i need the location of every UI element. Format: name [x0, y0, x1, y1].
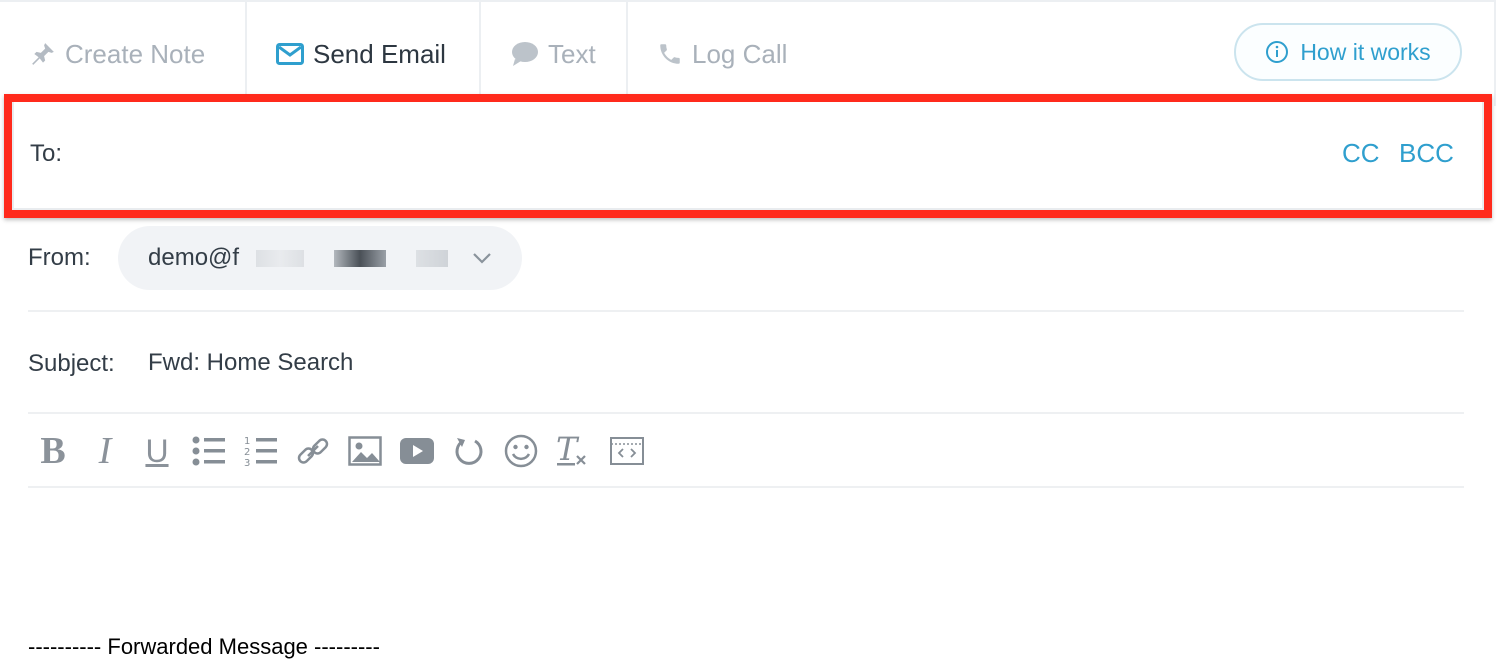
- divider: [28, 310, 1464, 312]
- chat-bubble-icon: [511, 41, 539, 67]
- tab-create-note[interactable]: Create Note: [30, 2, 205, 106]
- image-icon[interactable]: [342, 428, 388, 474]
- clear-format-icon[interactable]: T: [550, 428, 596, 474]
- tab-divider: [245, 2, 247, 94]
- tab-label: Log Call: [692, 38, 788, 69]
- link-icon[interactable]: [290, 428, 336, 474]
- message-body-editor[interactable]: [28, 492, 1464, 622]
- italic-icon[interactable]: I: [82, 428, 128, 474]
- tab-label: Send Email: [313, 38, 446, 69]
- subject-label: Subject:: [28, 350, 115, 377]
- pin-icon: [30, 41, 56, 67]
- underline-icon[interactable]: U: [134, 428, 180, 474]
- tab-divider: [479, 2, 481, 94]
- phone-icon: [657, 41, 683, 67]
- chevron-down-icon: [472, 250, 492, 271]
- divider: [28, 486, 1464, 488]
- emoji-icon[interactable]: [498, 428, 544, 474]
- from-dropdown[interactable]: demo@f: [118, 226, 522, 290]
- tab-divider: [626, 2, 628, 94]
- how-it-works-button[interactable]: How it works: [1234, 23, 1462, 81]
- video-icon[interactable]: [394, 428, 440, 474]
- divider: [28, 412, 1464, 414]
- tab-label: Text: [548, 38, 596, 69]
- tab-text[interactable]: Text: [511, 2, 596, 106]
- how-it-works-label: How it works: [1300, 38, 1431, 65]
- from-label: From:: [28, 244, 91, 271]
- envelope-icon: [276, 43, 304, 65]
- svg-text:2: 2: [244, 447, 250, 458]
- tab-label: Create Note: [65, 38, 206, 69]
- tab-send-email[interactable]: Send Email: [276, 2, 446, 106]
- svg-text:T: T: [556, 434, 580, 468]
- info-icon: [1265, 40, 1289, 64]
- source-code-icon[interactable]: [604, 428, 650, 474]
- highlight-box: [4, 94, 1492, 218]
- action-tab-bar: Create Note Send Email Text Log Call How…: [0, 0, 1496, 106]
- forwarded-message-line: ---------- Forwarded Message ---------: [28, 634, 380, 659]
- from-value: demo@f: [148, 244, 240, 271]
- svg-text:1: 1: [244, 436, 250, 447]
- bold-icon[interactable]: B: [30, 428, 76, 474]
- bulleted-list-icon[interactable]: [186, 428, 232, 474]
- numbered-list-icon[interactable]: 123: [238, 428, 284, 474]
- undo-icon[interactable]: [446, 428, 492, 474]
- svg-text:3: 3: [244, 458, 250, 468]
- tab-log-call[interactable]: Log Call: [657, 2, 787, 106]
- subject-input[interactable]: [148, 340, 1448, 386]
